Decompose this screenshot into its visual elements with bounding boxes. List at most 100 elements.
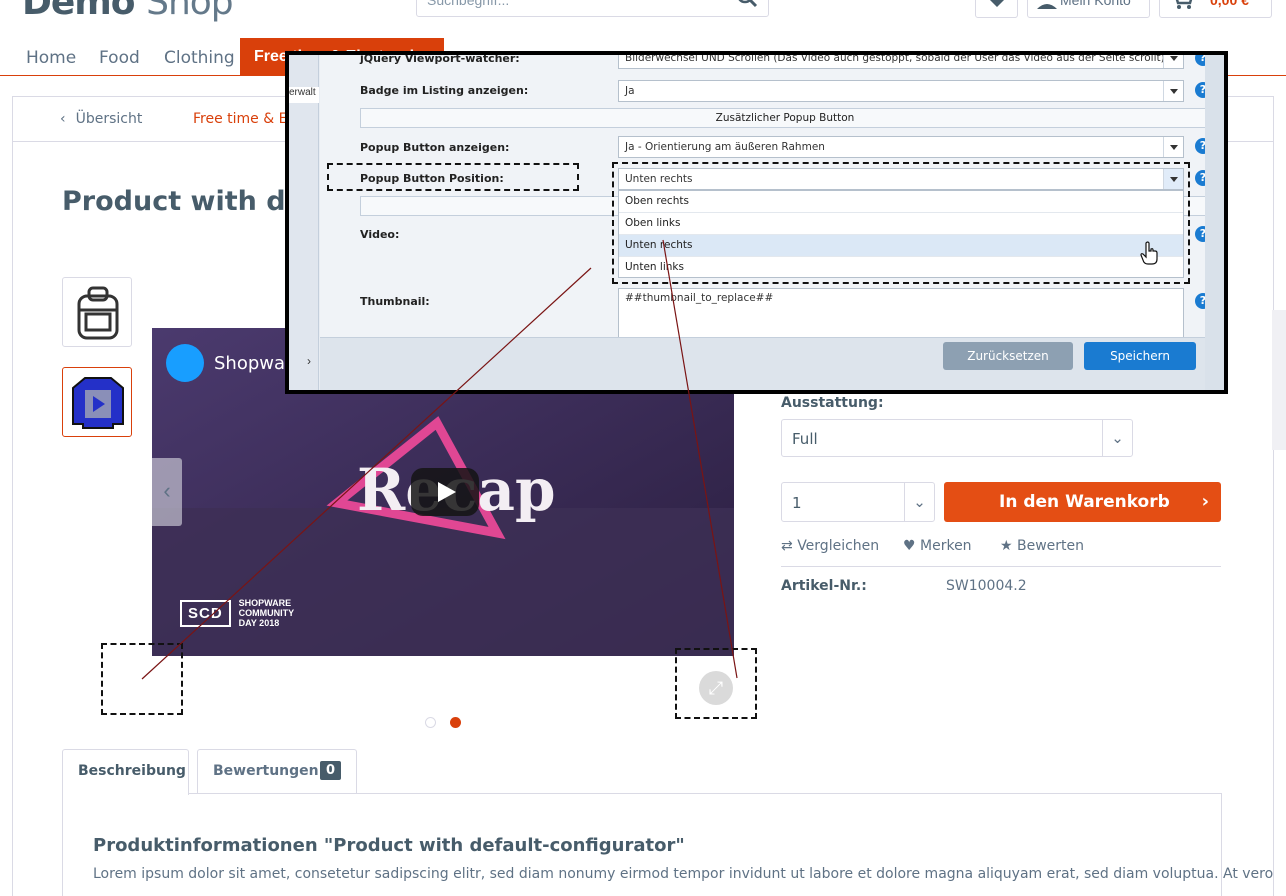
artikel-value: SW10004.2 <box>946 578 1027 594</box>
logo-bold: Demo <box>22 0 136 23</box>
shop-logo[interactable]: Demo Shop <box>22 0 234 23</box>
chevron-left-icon: ‹ <box>163 478 171 503</box>
chevron-down-icon[interactable] <box>1163 55 1183 68</box>
back-link[interactable]: ‹ Übersicht <box>60 111 142 127</box>
scd-text-1: SHOPWARE <box>238 598 292 608</box>
logo-thin: Shop <box>146 0 234 23</box>
back-label: Übersicht <box>75 111 143 127</box>
quantity-select[interactable]: 1 ⌄ <box>781 482 935 522</box>
thumbnail-textarea[interactable]: ##thumbnail_to_replace## <box>618 288 1184 338</box>
viewport-watcher-label: jQuery Viewport-watcher: <box>360 52 520 65</box>
ausstattung-label: Ausstattung: <box>781 395 884 411</box>
badge-listing-label: Badge im Listing anzeigen: <box>360 84 529 97</box>
chevron-right-icon[interactable]: › <box>307 354 311 368</box>
gallery-prev-button[interactable]: ‹ <box>152 458 182 526</box>
star-icon: ★ <box>1000 538 1013 554</box>
reviews-count-badge: 0 <box>320 761 342 780</box>
popup-show-select[interactable]: Ja - Orientierung am äußeren Rahmen <box>618 136 1184 158</box>
search-icon[interactable] <box>734 0 760 18</box>
heart-icon: ♥ <box>903 538 916 554</box>
gallery-thumb-1[interactable] <box>62 277 132 347</box>
compare-link[interactable]: ⇄ Vergleichen <box>781 538 879 554</box>
chevron-down-icon[interactable] <box>1163 137 1183 157</box>
thumbnail-label: Thumbnail: <box>360 295 430 308</box>
rate-label: Bewerten <box>1017 538 1085 554</box>
reset-button[interactable]: Zurücksetzen <box>943 342 1073 370</box>
popup-position-label: Popup Button Position: <box>360 172 504 185</box>
expand-icon: ⤢ <box>708 678 724 698</box>
account-button[interactable]: Mein Konto <box>1027 0 1150 18</box>
user-icon <box>1036 0 1058 16</box>
viewport-watcher-select[interactable]: Bilderwechsel UND Scrollen (Das Video au… <box>618 52 1184 69</box>
chevron-down-icon <box>1225 55 1228 337</box>
tab-reviews[interactable]: Bewertungen 0 <box>197 749 357 794</box>
add-to-cart-label: In den Warenkorb <box>999 492 1170 512</box>
wishlist-label: Merken <box>920 538 972 554</box>
video-label: Video: <box>360 228 400 241</box>
popup-section-toggle[interactable]: Zusätzlicher Popup Button <box>360 108 1210 128</box>
product-info-title: Produktinformationen "Product with defau… <box>93 835 685 856</box>
product-info-text: Lorem ipsum dolor sit amet, consetetur s… <box>93 866 1274 882</box>
heart-icon <box>988 0 1006 14</box>
cart-button[interactable]: 0,00 € <box>1159 0 1272 18</box>
chevron-left-icon: ‹ <box>60 111 66 127</box>
quantity-value: 1 <box>792 494 802 512</box>
nav-item-food[interactable]: Food <box>99 48 140 68</box>
chevron-down-icon: ⌄ <box>1102 420 1132 456</box>
nav-item-home[interactable]: Home <box>26 48 76 68</box>
gallery-dot-2[interactable] <box>450 717 461 728</box>
compare-icon: ⇄ <box>781 538 793 554</box>
expand-button[interactable]: ⤢ <box>699 671 733 705</box>
artikel-label: Artikel-Nr.: <box>781 578 867 594</box>
hand-cursor-icon <box>1140 241 1158 270</box>
tab-reviews-label: Bewertungen <box>213 763 319 779</box>
admin-config-window: erwalt › jQuery Viewport-watcher: Bilder… <box>285 51 1228 394</box>
add-to-cart-button[interactable]: In den Warenkorb › <box>944 482 1221 522</box>
chevron-right-icon: › <box>1201 491 1209 512</box>
compare-label: Vergleichen <box>797 538 880 554</box>
video-channel[interactable]: Shopware <box>166 344 303 382</box>
popup-show-value: Ja - Orientierung am äußeren Rahmen <box>625 141 825 153</box>
play-icon <box>438 482 456 502</box>
admin-left-tab[interactable]: erwalt <box>289 87 319 103</box>
search-placeholder: Suchbegriff... <box>427 0 510 8</box>
chevron-down-icon[interactable] <box>1163 81 1183 101</box>
save-button[interactable]: Speichern <box>1084 342 1196 370</box>
thumbnail-value: ##thumbnail_to_replace## <box>625 292 774 304</box>
scd-text: SHOPWARE COMMUNITY DAY 2018 <box>239 598 295 628</box>
divider <box>781 566 1221 567</box>
gallery-thumb-2[interactable] <box>62 367 132 437</box>
cart-total: 0,00 € <box>1210 0 1249 8</box>
wishlist-button[interactable] <box>975 0 1018 18</box>
ausstattung-select[interactable]: Full ⌄ <box>781 419 1133 457</box>
scd-logo: SCD SHOPWARE COMMUNITY DAY 2018 <box>180 598 294 628</box>
cart-icon <box>1170 0 1194 16</box>
highlight-box-dropdown <box>612 162 1190 284</box>
badge-listing-value: Ja <box>625 85 635 97</box>
sweater-video-icon <box>71 374 125 435</box>
scd-text-3: DAY 2018 <box>238 618 280 628</box>
chevron-down-icon: ⌄ <box>904 483 934 521</box>
ausstattung-value: Full <box>792 430 818 448</box>
side-panel-edge <box>1272 310 1286 450</box>
backpack-icon <box>75 286 121 345</box>
scrollbar[interactable] <box>1225 55 1228 337</box>
admin-left-panel <box>289 55 319 390</box>
wishlist-link[interactable]: ♥ Merken <box>903 538 972 554</box>
account-label: Mein Konto <box>1060 0 1131 8</box>
admin-form: jQuery Viewport-watcher: Bilderwechsel U… <box>320 52 1211 338</box>
play-button[interactable] <box>411 468 479 516</box>
viewport-watcher-value: Bilderwechsel UND Scrollen (Das Video au… <box>625 52 1165 64</box>
nav-item-clothing[interactable]: Clothing <box>164 48 235 68</box>
shopware-logo-icon <box>166 344 204 382</box>
popup-show-label: Popup Button anzeigen: <box>360 141 510 154</box>
search-input[interactable]: Suchbegriff... <box>416 0 769 17</box>
badge-listing-select[interactable]: Ja <box>618 80 1184 102</box>
tab-description[interactable]: Beschreibung <box>62 749 189 795</box>
tab-description-label: Beschreibung <box>78 763 186 779</box>
highlight-box-left <box>101 643 183 715</box>
admin-right-edge <box>1205 55 1224 390</box>
scd-text-2: COMMUNITY <box>238 608 295 618</box>
rate-link[interactable]: ★ Bewerten <box>1000 538 1084 554</box>
gallery-dot-1[interactable] <box>425 717 436 728</box>
